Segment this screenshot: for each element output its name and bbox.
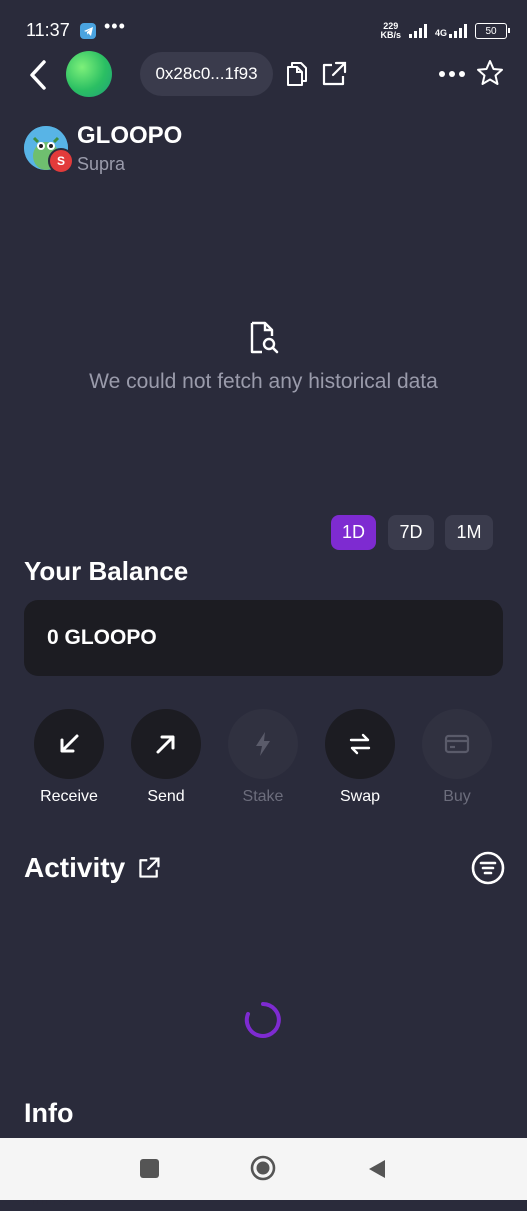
receive-label: Receive (40, 788, 98, 805)
network-type: 4G (434, 28, 447, 38)
dot-icon (459, 71, 465, 77)
activity-external-link-button[interactable] (137, 856, 161, 880)
period-1d-button[interactable]: 1D (331, 515, 376, 550)
swap-circle[interactable] (325, 709, 395, 779)
more-options-button[interactable] (436, 62, 468, 86)
open-explorer-button[interactable] (320, 60, 348, 88)
arrow-down-left-icon (60, 734, 79, 753)
status-time: 11:37 (26, 20, 70, 40)
copy-icon (287, 62, 307, 86)
chevron-left-icon (30, 60, 46, 90)
address-pill[interactable]: 0x28c0...1f93 (140, 52, 273, 96)
status-indicators: 229 KB/s 4G 50 (380, 22, 510, 40)
battery-level: 50 (485, 25, 497, 37)
bolt-icon (256, 732, 270, 756)
stake-label: Stake (242, 788, 284, 805)
send-label: Send (147, 788, 185, 805)
stake-button[interactable]: Stake (228, 709, 298, 806)
send-circle[interactable] (131, 709, 201, 779)
recents-button[interactable] (140, 1159, 159, 1178)
battery-icon: 50 (475, 23, 510, 39)
activity-title: Activity (24, 852, 126, 883)
network-avatar[interactable] (66, 51, 112, 97)
token-name: GLOOPO (77, 122, 183, 149)
period-1m-button[interactable]: 1M (445, 515, 493, 550)
notification-overflow-icon: ••• (104, 16, 126, 36)
telegram-icon (80, 23, 96, 39)
token-chain: Supra (77, 154, 126, 174)
home-button[interactable] (250, 1155, 276, 1181)
back-button[interactable] (26, 58, 52, 92)
balance-title: Your Balance (24, 556, 189, 586)
arrow-up-right-icon (156, 735, 175, 754)
receive-circle[interactable] (34, 709, 104, 779)
network-speed: 229 KB/s (380, 22, 401, 40)
signal-icon-2 (449, 24, 467, 38)
home-circle-icon (250, 1155, 276, 1181)
star-icon (477, 60, 503, 85)
empty-chart-message: We could not fetch any historical data (89, 370, 438, 393)
external-link-icon (139, 857, 160, 878)
stake-circle[interactable] (228, 709, 298, 779)
system-back-button[interactable] (366, 1157, 388, 1181)
balance-card: 0 GLOOPO (24, 600, 503, 676)
copy-address-button[interactable] (284, 60, 310, 88)
send-button[interactable]: Send (131, 709, 201, 806)
address-text: 0x28c0...1f93 (155, 64, 258, 83)
swap-label: Swap (339, 788, 381, 805)
buy-label: Buy (443, 788, 471, 805)
period-7d-button[interactable]: 7D (388, 515, 434, 550)
buy-button[interactable]: Buy (422, 709, 492, 806)
signal-icon (408, 24, 427, 38)
chain-badge: S (48, 148, 74, 174)
filter-icon (471, 851, 505, 885)
card-icon (444, 734, 470, 754)
network-speed-unit: KB/s (380, 30, 401, 40)
triangle-back-icon (369, 1160, 385, 1178)
activity-filter-button[interactable] (471, 851, 505, 885)
info-title: Info (24, 1098, 74, 1128)
swap-arrows-icon (349, 733, 371, 755)
external-link-icon (322, 61, 347, 86)
chain-badge-letter: S (56, 154, 65, 168)
balance-value: 0 GLOOPO (47, 626, 157, 649)
loading-spinner-icon (243, 1000, 283, 1040)
file-search-icon (248, 320, 280, 356)
favorite-button[interactable] (475, 58, 505, 88)
buy-circle[interactable] (422, 709, 492, 779)
dot-icon (439, 71, 445, 77)
swap-button[interactable]: Swap (325, 709, 395, 806)
receive-button[interactable]: Receive (34, 709, 104, 806)
dot-icon (449, 71, 455, 77)
